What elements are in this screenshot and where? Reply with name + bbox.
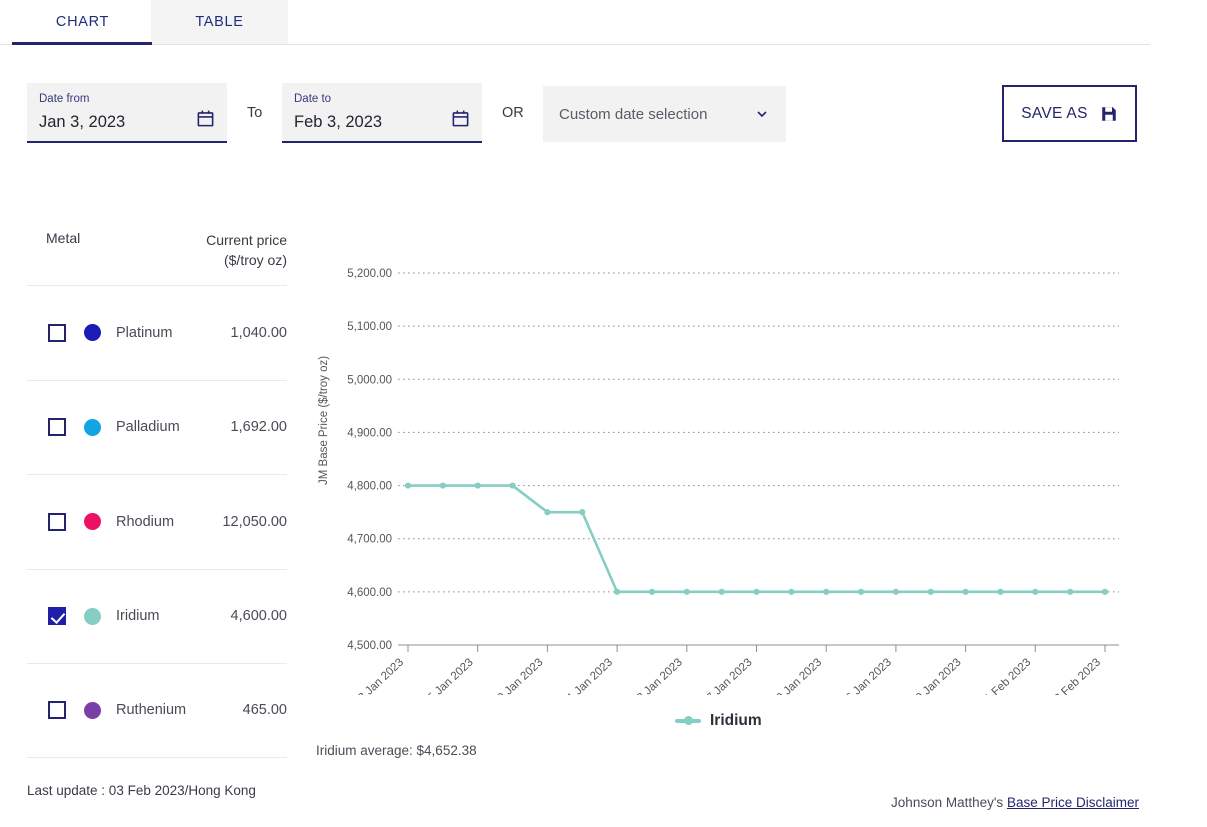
active-tab-indicator	[12, 42, 152, 45]
disclaimer-note: Johnson Matthey's Base Price Disclaimer	[891, 795, 1139, 810]
metal-name: Ruthenium	[116, 702, 186, 718]
chevron-down-icon[interactable]	[754, 106, 770, 122]
metal-price: 4,600.00	[231, 608, 287, 624]
metal-checkbox-platinum[interactable]	[48, 324, 66, 342]
metal-row[interactable]: Rhodium 12,050.00	[27, 474, 287, 569]
tab-chart[interactable]: CHART	[14, 0, 151, 44]
to-separator-label: To	[247, 105, 262, 121]
chart-legend: Iridium	[675, 712, 762, 730]
svg-text:1 Feb 2023: 1 Feb 2023	[983, 656, 1034, 695]
tab-chart-label: CHART	[56, 14, 109, 30]
svg-text:19 Jan 2023: 19 Jan 2023	[770, 656, 824, 695]
calendar-icon[interactable]	[451, 109, 470, 128]
metal-color-dot	[84, 324, 101, 341]
metal-name: Palladium	[116, 419, 180, 435]
metal-color-dot	[84, 419, 101, 436]
metal-checkbox-rhodium[interactable]	[48, 513, 66, 531]
tab-table[interactable]: TABLE	[151, 0, 288, 44]
metal-color-dot	[84, 608, 101, 625]
column-header-price-line1: Current price	[137, 230, 287, 250]
svg-text:4,800.00: 4,800.00	[347, 481, 392, 493]
column-header-price: Current price ($/troy oz)	[137, 230, 287, 270]
metal-checkbox-iridium[interactable]	[48, 607, 66, 625]
last-update-text: Last update : 03 Feb 2023/Hong Kong	[27, 783, 256, 798]
svg-text:5,200.00: 5,200.00	[347, 268, 392, 280]
metal-row[interactable]: Ruthenium 465.00	[27, 663, 287, 758]
date-from-value: Jan 3, 2023	[39, 113, 215, 132]
svg-text:4,900.00: 4,900.00	[347, 427, 392, 439]
date-to-value: Feb 3, 2023	[294, 113, 470, 132]
metal-checkbox-palladium[interactable]	[48, 418, 66, 436]
metal-price: 1,040.00	[231, 325, 287, 341]
svg-text:4,600.00: 4,600.00	[347, 587, 392, 599]
base-price-disclaimer-link[interactable]: Base Price Disclaimer	[1007, 795, 1139, 810]
or-separator-label: OR	[502, 105, 524, 121]
metal-price: 12,050.00	[222, 514, 287, 530]
metal-price: 1,692.00	[231, 419, 287, 435]
legend-label-iridium: Iridium	[710, 712, 762, 730]
metal-name: Iridium	[116, 608, 160, 624]
svg-text:4,700.00: 4,700.00	[347, 534, 392, 546]
svg-text:26 Jan 2023: 26 Jan 2023	[839, 656, 893, 695]
metal-row[interactable]: Platinum 1,040.00	[27, 285, 287, 380]
save-as-label: SAVE AS	[1021, 105, 1087, 123]
svg-text:5,000.00: 5,000.00	[347, 374, 392, 386]
metal-list-header: Metal Current price ($/troy oz)	[27, 225, 287, 285]
svg-text:30 Jan 2023: 30 Jan 2023	[909, 656, 963, 695]
svg-text:3 Feb 2023: 3 Feb 2023	[1052, 656, 1103, 695]
tab-table-label: TABLE	[195, 14, 243, 30]
svg-text:5 Jan 2023: 5 Jan 2023	[426, 656, 476, 695]
floppy-disk-icon	[1100, 105, 1118, 123]
metal-price: 465.00	[243, 702, 287, 718]
metal-checkbox-ruthenium[interactable]	[48, 701, 66, 719]
svg-text:5,100.00: 5,100.00	[347, 321, 392, 333]
column-header-metal: Metal	[46, 230, 80, 246]
price-chart: JM Base Price ($/troy oz) 5,200.005,100.…	[310, 225, 1180, 805]
column-header-price-line2: ($/troy oz)	[137, 250, 287, 270]
date-to-field[interactable]: Date to Feb 3, 2023	[282, 83, 482, 143]
date-to-label: Date to	[294, 92, 470, 106]
metal-row[interactable]: Iridium 4,600.00	[27, 569, 287, 664]
svg-text:11 Jan 2023: 11 Jan 2023	[561, 656, 615, 695]
metal-name: Rhodium	[116, 514, 174, 530]
save-as-button[interactable]: SAVE AS	[1002, 85, 1137, 142]
svg-text:3 Jan 2023: 3 Jan 2023	[356, 656, 406, 695]
date-from-field[interactable]: Date from Jan 3, 2023	[27, 83, 227, 143]
custom-date-selection-value: Custom date selection	[559, 106, 754, 123]
chart-plot-area[interactable]: 5,200.00 5,100.00 5,000.00 4,900.00 4,800.00…	[310, 225, 1180, 695]
metal-color-dot	[84, 702, 101, 719]
metal-color-dot	[84, 513, 101, 530]
svg-text:4,500.00: 4,500.00	[347, 640, 392, 652]
tab-bar: CHART TABLE	[0, 0, 1150, 45]
metal-name: Platinum	[116, 325, 172, 341]
calendar-icon[interactable]	[196, 109, 215, 128]
legend-swatch-iridium	[675, 719, 701, 723]
metal-list: Metal Current price ($/troy oz) Platinum…	[27, 225, 287, 758]
metal-row[interactable]: Palladium 1,692.00	[27, 380, 287, 475]
date-from-label: Date from	[39, 92, 215, 106]
disclaimer-prefix: Johnson Matthey's	[891, 795, 1003, 810]
svg-text:9 Jan 2023: 9 Jan 2023	[496, 656, 546, 695]
chart-average-annotation: Iridium average: $4,652.38	[316, 743, 477, 758]
custom-date-selection-dropdown[interactable]: Custom date selection	[543, 86, 786, 142]
svg-text:17 Jan 2023: 17 Jan 2023	[700, 656, 754, 695]
svg-text:13 Jan 2023: 13 Jan 2023	[630, 656, 684, 695]
